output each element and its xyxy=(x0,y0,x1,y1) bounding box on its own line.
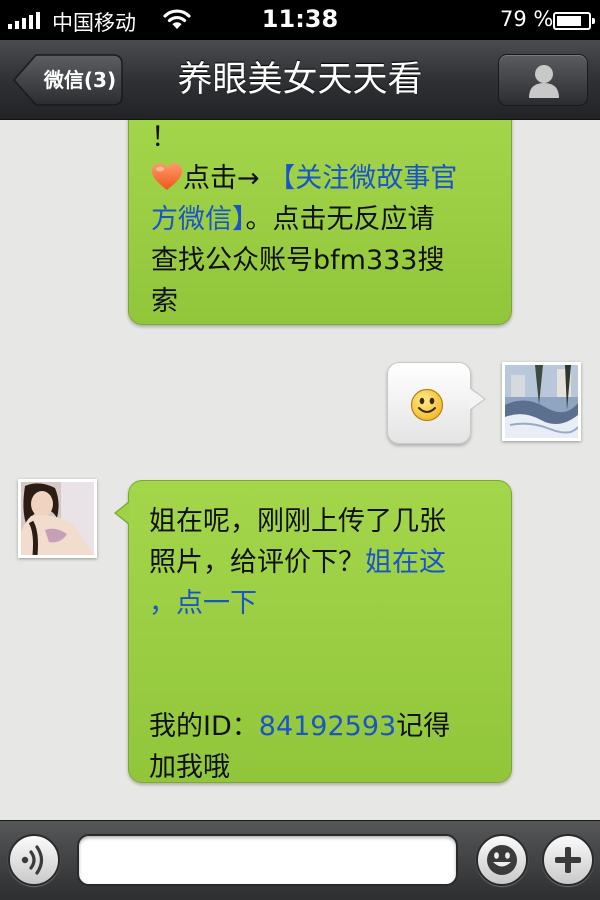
voice-icon xyxy=(21,845,44,875)
follow-link-cont[interactable]: 方微信】 xyxy=(151,204,246,235)
chat-area[interactable]: ！ 点击→ 【关注微故事官 方微信】。点击无反应请 查找公众账号bfm333搜 … xyxy=(0,120,600,820)
person-icon xyxy=(529,65,559,98)
smiley-face-icon xyxy=(487,845,517,875)
blank-space xyxy=(149,624,497,706)
message-text: 加我哦 xyxy=(149,752,230,783)
message-text: 记得 xyxy=(396,711,451,742)
input-bar xyxy=(0,820,600,900)
id-label: 我的ID： xyxy=(149,711,259,742)
plus-icon xyxy=(555,847,581,873)
follow-link[interactable]: 【关注微故事官 xyxy=(268,163,457,194)
message-text: 查找公众账号bfm333搜 xyxy=(151,245,445,276)
page-title: 养眼美女天天看 xyxy=(177,60,423,100)
battery-percent: 79 % xyxy=(500,7,554,31)
avatar-contact[interactable] xyxy=(18,479,97,558)
back-button[interactable]: 微信(3) xyxy=(12,54,123,106)
profile-button[interactable] xyxy=(498,54,588,106)
message-text: ！ xyxy=(151,122,178,153)
message-text: 索 xyxy=(151,286,178,317)
emoji-button[interactable] xyxy=(476,834,528,886)
message-text: 。点击无反应请 xyxy=(245,204,435,235)
heart-icon xyxy=(152,163,182,190)
status-bar: 中国移动 11:38 79 % xyxy=(0,0,600,40)
battery-icon xyxy=(553,12,595,30)
back-button-label: 微信(3) xyxy=(43,68,117,92)
message-bubble-sent[interactable] xyxy=(387,362,486,444)
battery-level-fill xyxy=(557,16,581,26)
photos-link[interactable]: 姐在这 xyxy=(365,547,446,578)
message-text: 点击→ xyxy=(183,163,260,194)
message-input[interactable] xyxy=(77,834,458,886)
message-text: 照片，给评价下？ xyxy=(149,547,365,578)
smiley-icon xyxy=(410,388,444,422)
id-number-link[interactable]: 84192593 xyxy=(259,711,396,742)
message-bubble-received[interactable]: ！ 点击→ 【关注微故事官 方微信】。点击无反应请 查找公众账号bfm333搜 … xyxy=(128,120,512,325)
avatar-contact-image xyxy=(21,482,94,555)
plus-button[interactable] xyxy=(542,834,594,886)
photos-link-cont[interactable]: ，点一下 xyxy=(149,583,497,624)
avatar-self[interactable] xyxy=(502,362,581,441)
message-bubble-received[interactable]: 姐在呢，刚刚上传了几张 照片，给评价下？姐在这 ，点一下 我的ID：841925… xyxy=(114,480,512,783)
voice-button[interactable] xyxy=(8,834,60,886)
message-text: 姐在呢，刚刚上传了几张 xyxy=(149,506,446,537)
nav-bar: 微信(3) 养眼美女天天看 xyxy=(0,40,600,120)
avatar-self-image xyxy=(505,365,578,438)
